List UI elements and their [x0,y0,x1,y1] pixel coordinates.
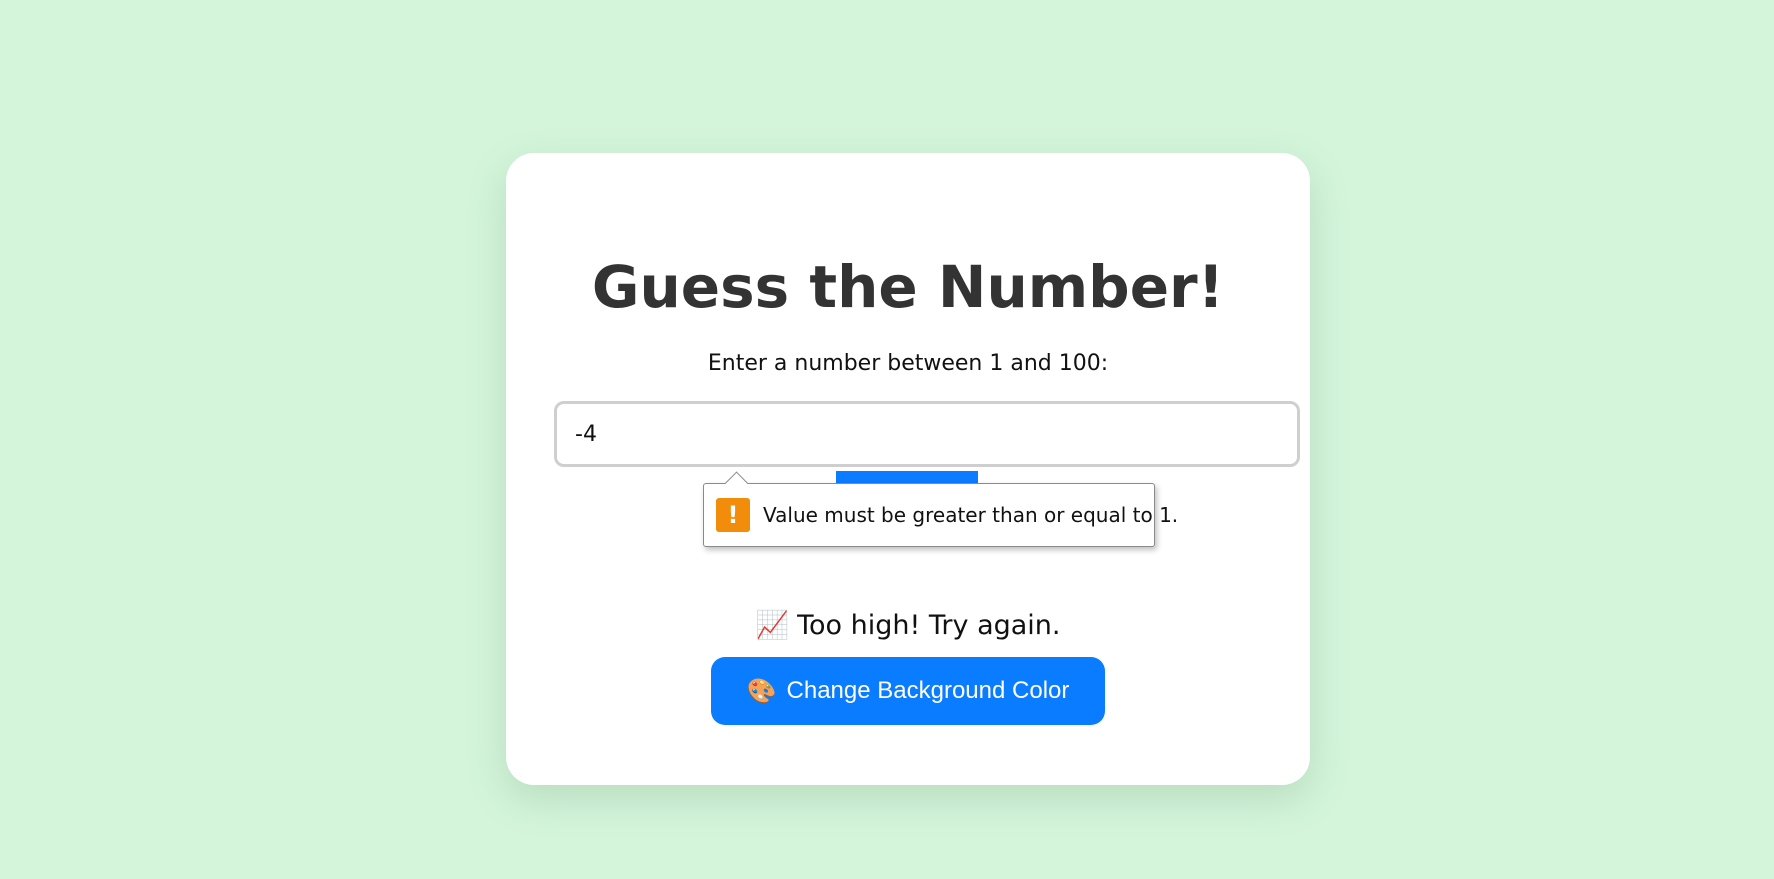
chart-increasing-icon: 📈 [755,610,790,641]
change-background-button[interactable]: 🎨 Change Background Color [711,657,1105,725]
validation-tooltip: ! Value must be greater than or equal to… [703,471,1178,547]
feedback-text: Too high! Try again. [797,610,1061,641]
game-card: Guess the Number! Enter a number between… [506,153,1310,785]
feedback-message: 📈 Too high! Try again. [506,608,1310,644]
guess-prompt: Enter a number between 1 and 100: [707,351,1109,376]
guess-input[interactable] [554,401,1300,467]
palette-icon: 🎨 [746,677,777,705]
page-title: Guess the Number! [591,253,1225,321]
validation-message: Value must be greater than or equal to 1… [763,503,1179,527]
warning-icon: ! [716,498,750,532]
change-background-label: Change Background Color [786,677,1070,704]
